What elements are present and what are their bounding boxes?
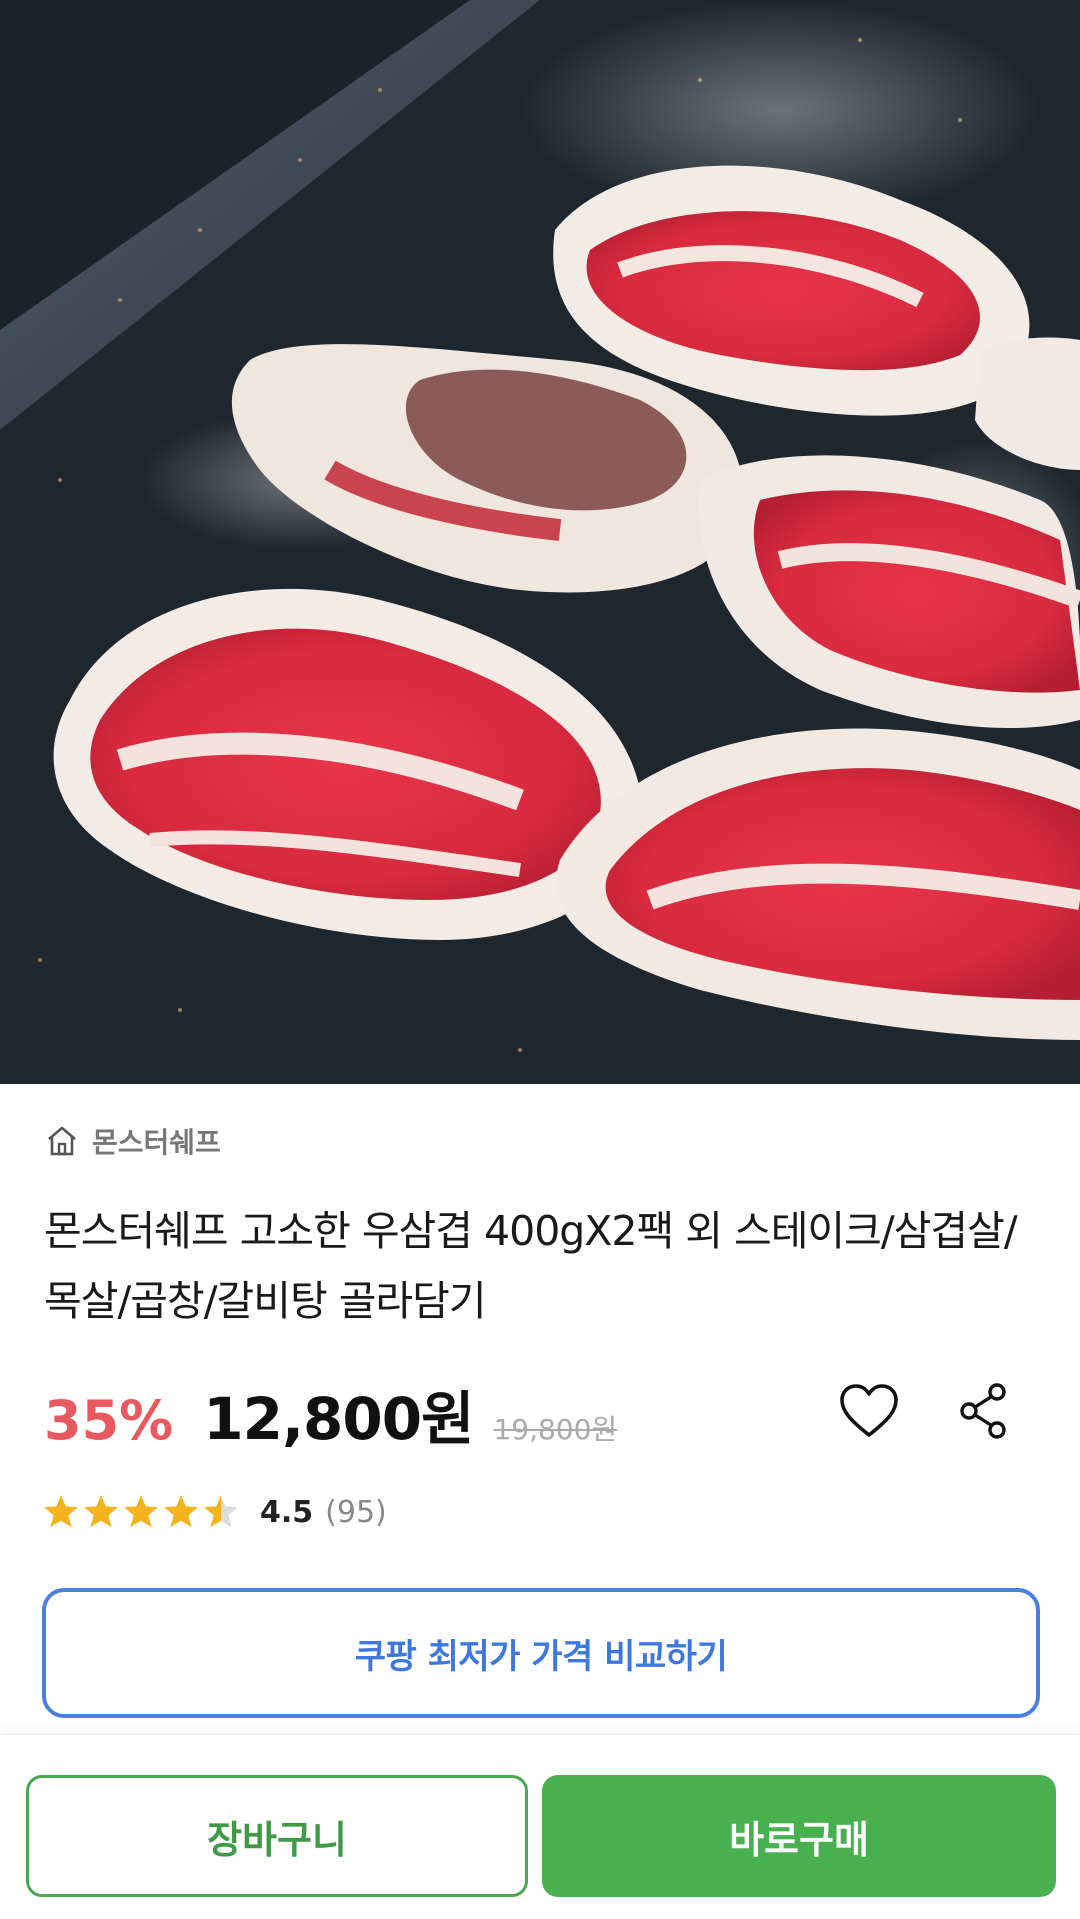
star-icon: [44, 1495, 78, 1528]
star-rating: [42, 1493, 240, 1531]
star-icon: [124, 1495, 158, 1528]
store-link[interactable]: 몬스터쉐프: [44, 1120, 221, 1162]
home-icon: [48, 1126, 76, 1156]
price-compare-button[interactable]: 쿠팡 최저가 가격 비교하기: [42, 1588, 1040, 1718]
bottom-action-bar: 장바구니 바로구매: [0, 1734, 1080, 1919]
store-name: 몬스터쉐프: [92, 1126, 221, 1159]
price-row: 35% 12,800원 19,800원: [44, 1372, 617, 1453]
wishlist-button[interactable]: [834, 1376, 904, 1446]
product-detail-page: 몬스터쉐프 몬스터쉐프 고소한 우삼겹 400gX2팩 외 스테이크/삼겹살/목…: [0, 0, 1080, 1919]
share-icon: [960, 1383, 1006, 1439]
star-icon: [204, 1495, 238, 1528]
discount-rate: 35%: [44, 1389, 174, 1452]
meat-illustration: [0, 0, 1080, 1084]
buy-now-button[interactable]: 바로구매: [542, 1775, 1056, 1897]
product-title: 몬스터쉐프 고소한 우삼겹 400gX2팩 외 스테이크/삼겹살/목살/곱창/갈…: [44, 1207, 1018, 1325]
review-count: (95): [325, 1494, 387, 1530]
star-icon: [164, 1495, 198, 1528]
rating-score: 4.5: [260, 1494, 314, 1530]
heart-icon: [840, 1384, 898, 1437]
add-to-cart-button[interactable]: 장바구니: [26, 1775, 528, 1897]
star-icon: [84, 1495, 118, 1528]
rating-row[interactable]: 4.5 (95): [42, 1492, 387, 1532]
product-image[interactable]: [0, 0, 1080, 1084]
share-button[interactable]: [948, 1376, 1018, 1446]
sale-price: 12,800원: [203, 1385, 474, 1453]
original-price: 19,800원: [493, 1413, 618, 1446]
